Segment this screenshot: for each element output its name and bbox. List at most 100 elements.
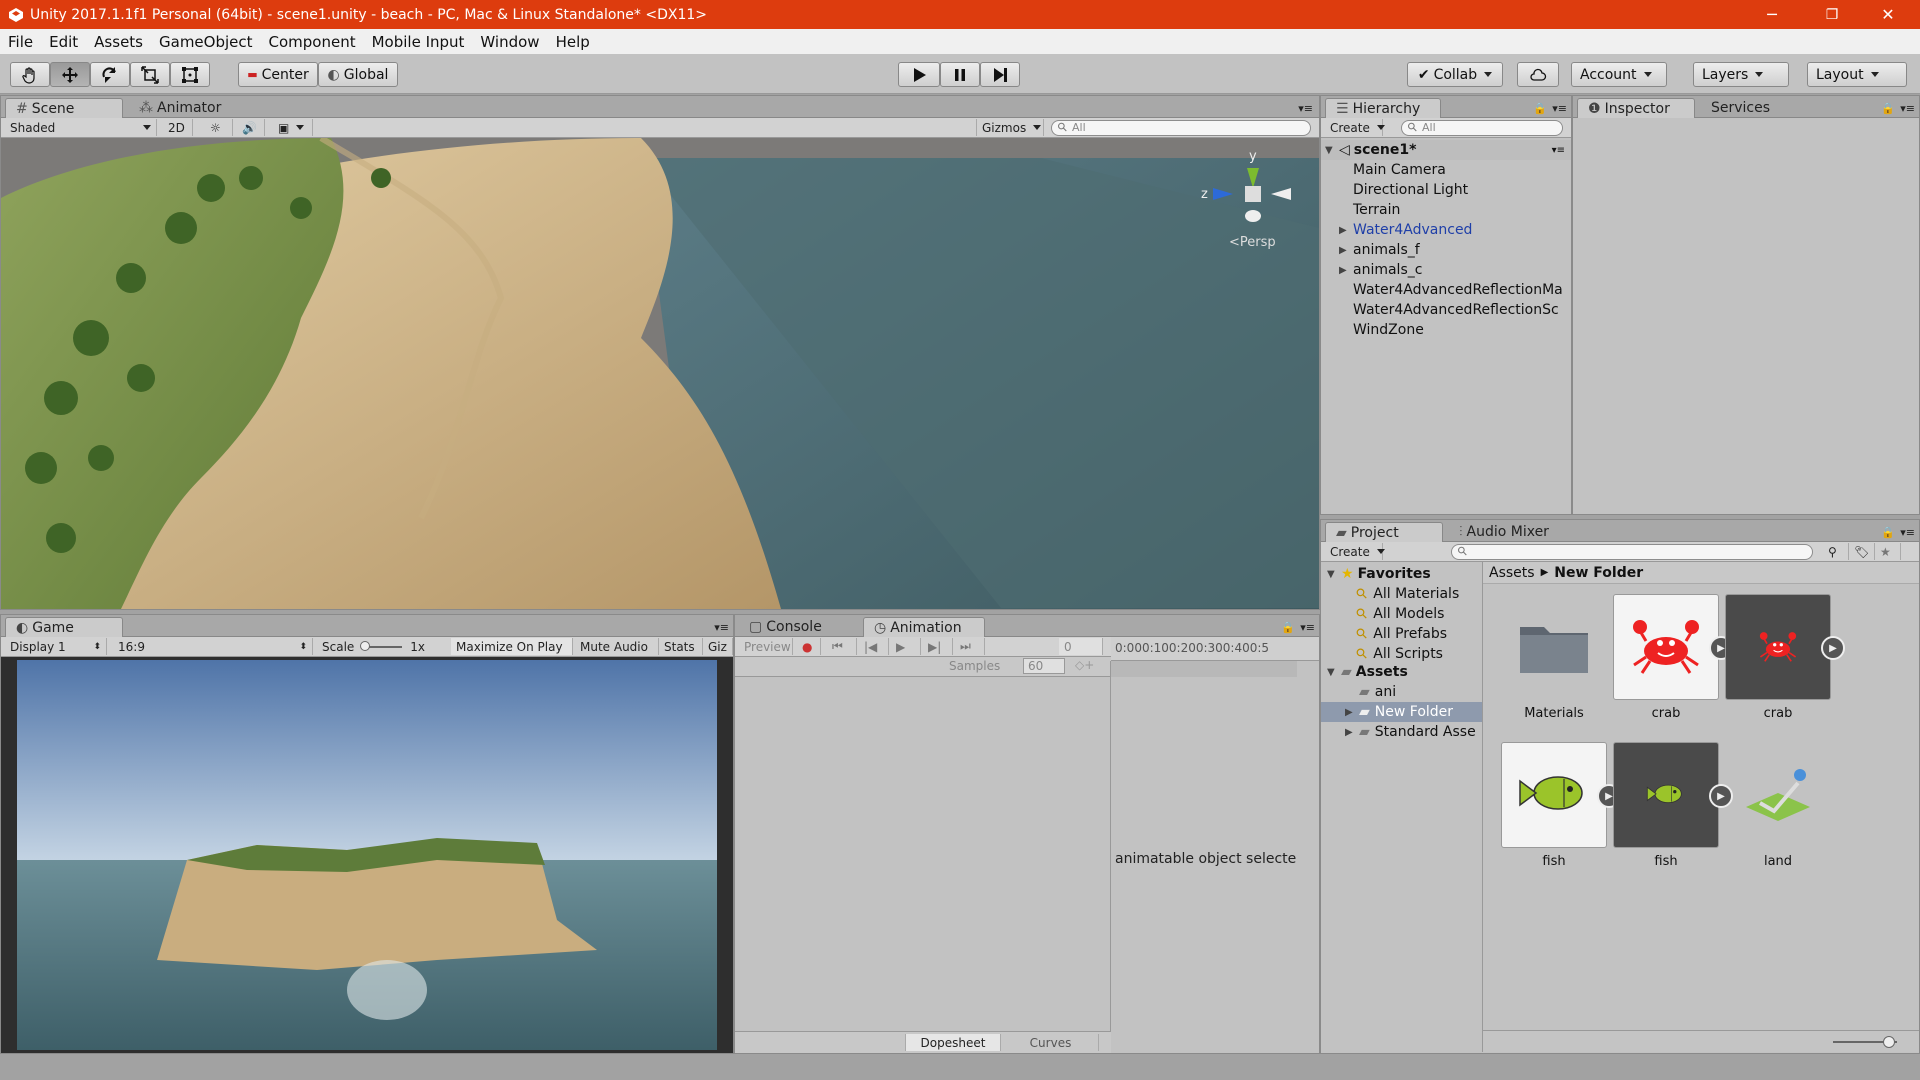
record-icon[interactable]: ●: [797, 638, 821, 655]
tab-console[interactable]: ▢ Console: [739, 617, 832, 637]
preview-toggle[interactable]: Preview: [739, 638, 793, 655]
tab-hierarchy[interactable]: ☰ Hierarchy: [1325, 98, 1441, 118]
game-viewport[interactable]: [17, 660, 717, 1050]
next-key-icon[interactable]: ▶|: [923, 638, 953, 655]
folder-item[interactable]: ▶ ▰ Standard Asse: [1321, 722, 1482, 742]
tab-services[interactable]: Services: [1701, 98, 1780, 118]
scene-menu-icon[interactable]: ▾≡: [1552, 145, 1565, 156]
scale-slider-thumb[interactable]: [360, 640, 371, 651]
animation-menu-icon[interactable]: ▾≡: [1298, 617, 1317, 637]
menu-gameobject[interactable]: GameObject: [151, 33, 261, 51]
frame-input[interactable]: 0: [1059, 638, 1103, 655]
hand-tool-button[interactable]: [10, 62, 50, 87]
menu-help[interactable]: Help: [548, 33, 598, 51]
scale-slider[interactable]: Scale 1x: [317, 638, 453, 655]
project-menu-icon[interactable]: ▾≡: [1898, 522, 1917, 542]
thumb-size-slider-knob[interactable]: [1883, 1036, 1895, 1048]
favorite-item[interactable]: ⚲ All Scripts: [1321, 644, 1482, 664]
favorite-item[interactable]: ⚲ All Prefabs: [1321, 624, 1482, 644]
tab-inspector[interactable]: ❶ Inspector: [1577, 98, 1695, 118]
menu-mobile-input[interactable]: Mobile Input: [364, 33, 473, 51]
restore-button[interactable]: ❐: [1804, 0, 1860, 29]
hierarchy-item[interactable]: Terrain: [1321, 200, 1571, 220]
hierarchy-item[interactable]: Directional Light: [1321, 180, 1571, 200]
layers-dropdown[interactable]: Layers: [1693, 62, 1789, 87]
prev-key-icon[interactable]: |◀: [859, 638, 889, 655]
space-global-toggle[interactable]: ◐ Global: [318, 62, 398, 87]
scene-viewport[interactable]: y z <Persp: [1, 138, 1319, 609]
favorite-item[interactable]: ⚲ All Models: [1321, 604, 1482, 624]
folder-item[interactable]: ▶ ▰ New Folder: [1321, 702, 1482, 722]
scene-search-input[interactable]: All: [1051, 120, 1311, 136]
layout-dropdown[interactable]: Layout: [1807, 62, 1907, 87]
menu-component[interactable]: Component: [261, 33, 364, 51]
asset-item[interactable]: land: [1713, 734, 1843, 874]
cloud-button[interactable]: [1517, 62, 1559, 87]
search-by-label-icon[interactable]: 🏷: [1849, 543, 1875, 560]
play-button[interactable]: [898, 62, 940, 87]
timeline-ruler[interactable]: 0:000:100:200:300:400:5: [1111, 637, 1319, 661]
hierarchy-create-dropdown[interactable]: Create: [1325, 119, 1383, 136]
game-gizmos-dropdown[interactable]: Giz: [703, 638, 733, 655]
inspector-lock-icon[interactable]: 🔒: [1879, 98, 1897, 118]
asset-item[interactable]: ▶ fish: [1489, 734, 1621, 874]
assets-row[interactable]: ▼ ▰ Assets: [1321, 662, 1482, 682]
account-dropdown[interactable]: Account: [1571, 62, 1667, 87]
move-tool-button[interactable]: [50, 62, 90, 87]
expand-asset-icon[interactable]: ▶: [1821, 636, 1845, 660]
hierarchy-item[interactable]: ▶ Water4Advanced: [1321, 220, 1571, 240]
first-key-icon[interactable]: ⏮: [827, 638, 857, 655]
hierarchy-item[interactable]: Water4AdvancedReflectionSc: [1321, 300, 1571, 320]
close-button[interactable]: ✕: [1860, 0, 1916, 29]
menu-edit[interactable]: Edit: [41, 33, 86, 51]
hierarchy-item[interactable]: Main Camera: [1321, 160, 1571, 180]
breadcrumb-new-folder[interactable]: New Folder: [1554, 565, 1643, 581]
mute-audio-toggle[interactable]: Mute Audio: [575, 638, 659, 655]
step-button[interactable]: [980, 62, 1020, 87]
expand-arrow-icon[interactable]: ▶: [1339, 245, 1353, 256]
tab-dopesheet[interactable]: Dopesheet: [905, 1034, 1001, 1051]
asset-item[interactable]: ▶ crab: [1713, 586, 1845, 726]
maximize-on-play-toggle[interactable]: Maximize On Play: [451, 638, 573, 655]
expand-arrow-icon[interactable]: ▶: [1345, 727, 1359, 738]
favorite-item[interactable]: ⚲ All Materials: [1321, 584, 1482, 604]
aspect-dropdown[interactable]: 16:9 ⬍: [113, 638, 313, 655]
hierarchy-item[interactable]: ▶ animals_c: [1321, 260, 1571, 280]
project-create-dropdown[interactable]: Create: [1325, 543, 1383, 560]
tab-curves[interactable]: Curves: [1003, 1034, 1099, 1051]
menu-window[interactable]: Window: [472, 33, 547, 51]
audio-toggle-icon[interactable]: 🔊: [237, 119, 265, 136]
hierarchy-scene-row[interactable]: ▼ ◁ scene1* ▾≡: [1321, 140, 1571, 160]
breadcrumb-assets[interactable]: Assets: [1489, 565, 1535, 581]
minimize-button[interactable]: ─: [1744, 0, 1800, 29]
effects-dropdown-icon[interactable]: ▣: [273, 119, 313, 136]
toggle-2d[interactable]: 2D: [163, 119, 193, 136]
shading-dropdown[interactable]: Shaded: [5, 119, 157, 136]
hierarchy-item[interactable]: WindZone: [1321, 320, 1571, 340]
expand-arrow-icon[interactable]: ▶: [1339, 265, 1353, 276]
tab-animation[interactable]: ◷ Animation: [863, 617, 985, 637]
project-lock-icon[interactable]: 🔒: [1879, 522, 1897, 542]
asset-item[interactable]: Materials: [1489, 586, 1619, 726]
animation-lock-icon[interactable]: 🔒: [1279, 617, 1297, 637]
persp-label[interactable]: <Persp: [1229, 235, 1276, 250]
scale-slider-track[interactable]: [360, 640, 403, 651]
hierarchy-item[interactable]: Water4AdvancedReflectionMa: [1321, 280, 1571, 300]
last-key-icon[interactable]: ⏭: [955, 638, 985, 655]
anim-play-icon[interactable]: ▶: [891, 638, 921, 655]
search-by-type-icon[interactable]: ⚲: [1823, 543, 1849, 560]
asset-item[interactable]: ▶ crab: [1601, 586, 1733, 726]
rect-tool-button[interactable]: [170, 62, 210, 87]
inspector-menu-icon[interactable]: ▾≡: [1898, 98, 1917, 118]
tab-audio-mixer[interactable]: ⫶ Audio Mixer: [1449, 522, 1559, 542]
hierarchy-search-input[interactable]: All: [1401, 120, 1563, 136]
expand-arrow-icon[interactable]: ▶: [1339, 225, 1353, 236]
tab-scene[interactable]: # Scene: [5, 98, 123, 118]
pause-button[interactable]: [940, 62, 980, 87]
stats-toggle[interactable]: Stats: [659, 638, 703, 655]
project-search-input[interactable]: [1451, 544, 1813, 560]
tab-game[interactable]: ◐ Game: [5, 617, 123, 637]
asset-item[interactable]: ▶ fish: [1601, 734, 1733, 874]
tab-project[interactable]: ▰ Project: [1325, 522, 1443, 542]
pivot-center-toggle[interactable]: ▬ Center: [238, 62, 318, 87]
